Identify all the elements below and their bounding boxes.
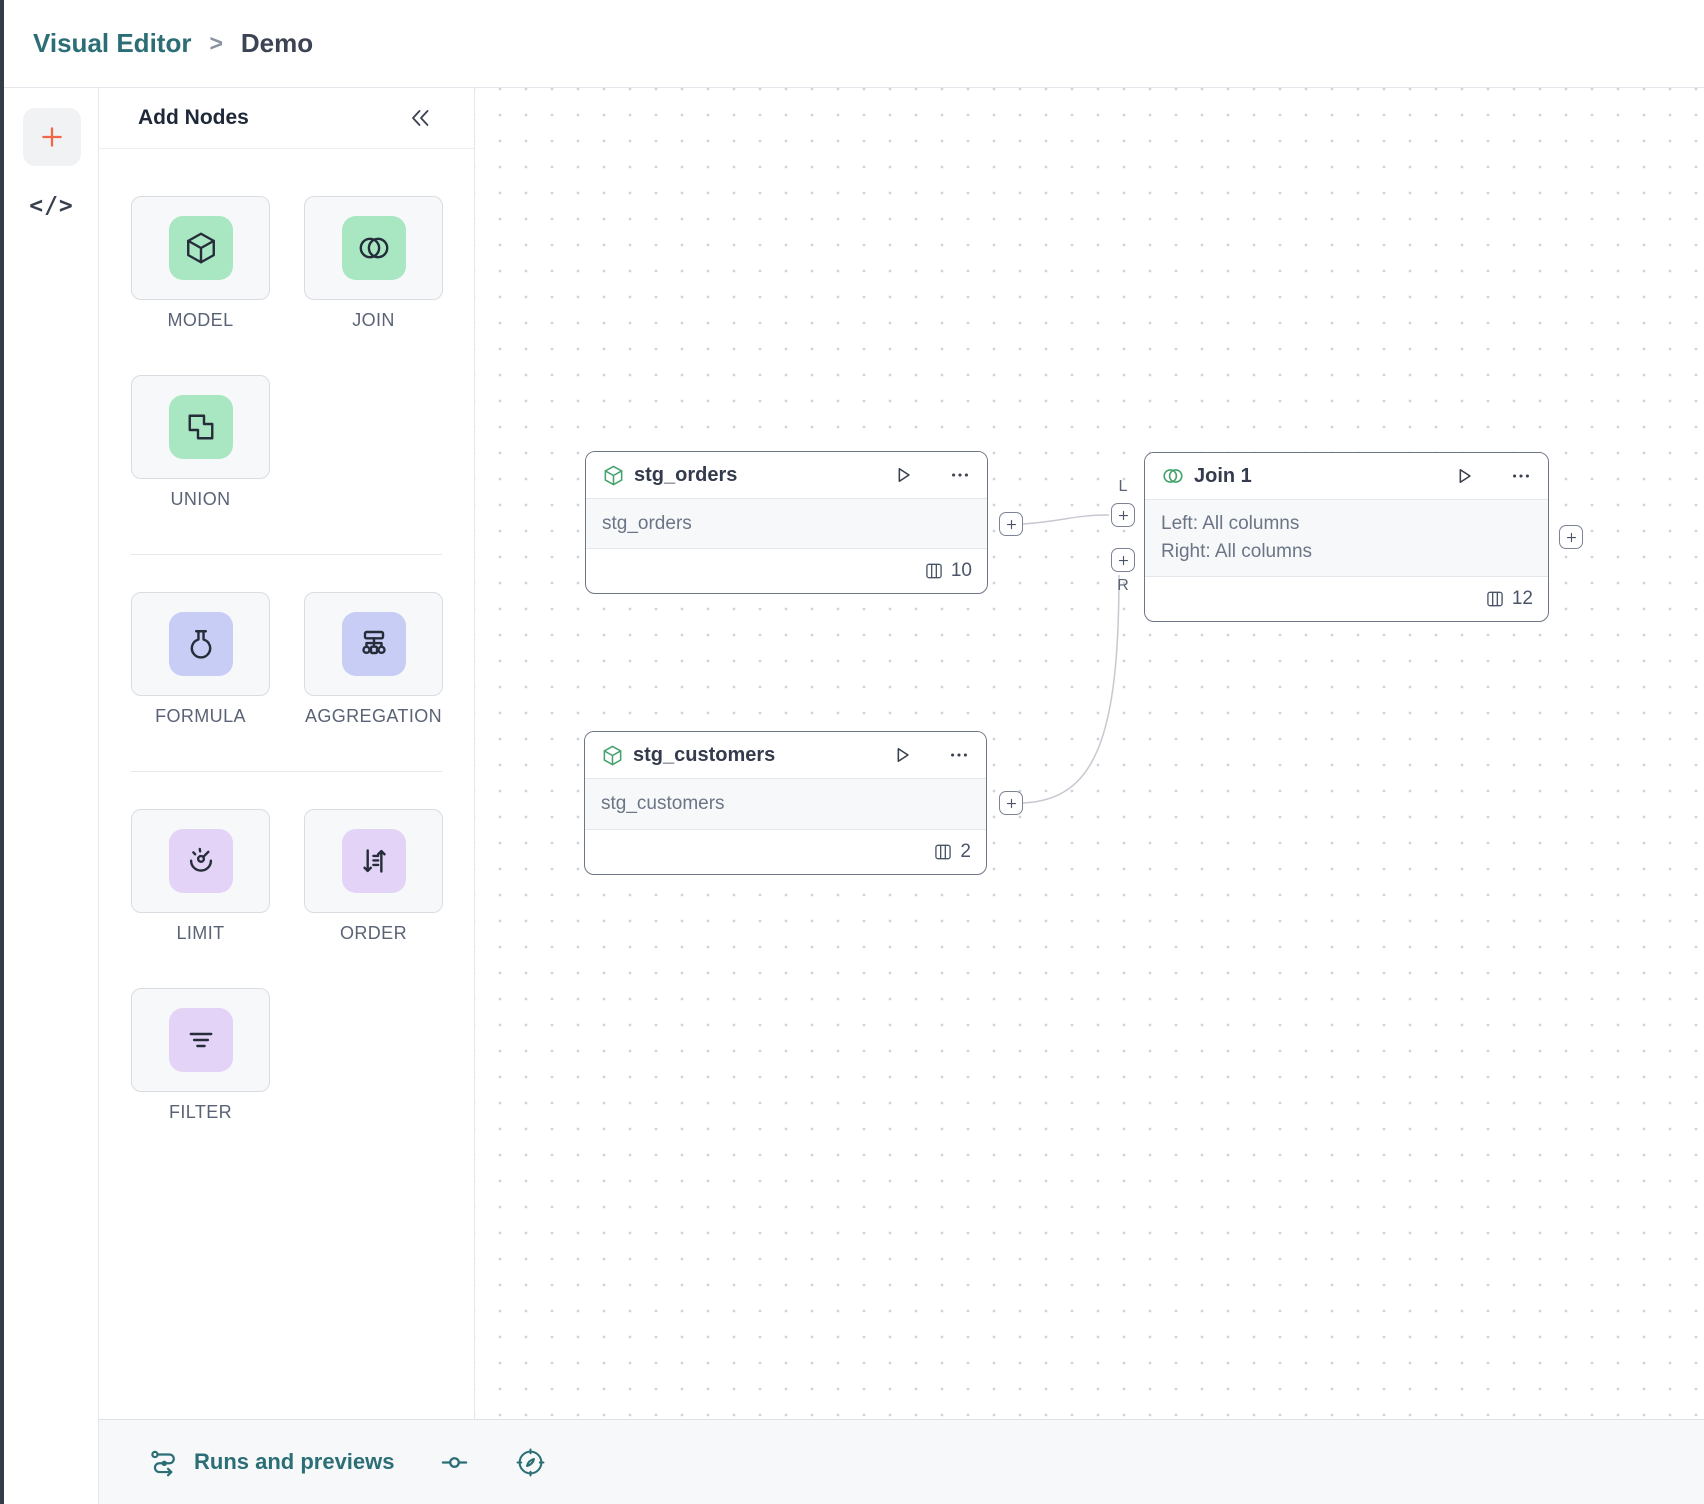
port-label-left: L <box>1111 478 1135 496</box>
union-shapes-icon <box>183 409 219 445</box>
palette-divider <box>131 554 442 555</box>
node-subtitle: stg_orders <box>602 510 971 538</box>
node-stg-customers[interactable]: stg_customers stg_customers 2 <box>584 731 987 875</box>
palette-item-join[interactable]: JOIN <box>304 196 443 331</box>
palette-label: UNION <box>171 489 231 510</box>
node-palette: MODEL JOIN <box>99 149 474 1123</box>
palette-label: JOIN <box>352 310 395 331</box>
plus-icon <box>1116 508 1131 523</box>
palette-divider <box>131 771 442 772</box>
join-circles-icon <box>356 230 392 266</box>
breadcrumb-visual-editor[interactable]: Visual Editor <box>33 28 191 59</box>
palette-item-formula[interactable]: FORMULA <box>131 592 270 727</box>
port-label-right: R <box>1111 577 1135 595</box>
node-join-1[interactable]: Join 1 Left: All columns Right: All colu… <box>1144 452 1549 622</box>
palette-item-limit[interactable]: LIMIT <box>131 809 270 944</box>
cube-icon <box>183 230 219 266</box>
compass-icon[interactable] <box>515 1447 546 1478</box>
join-circles-icon <box>1161 464 1185 488</box>
column-count: 10 <box>951 560 972 582</box>
join-left-summary: Left: All columns <box>1161 510 1532 538</box>
columns-icon <box>924 561 944 581</box>
play-icon <box>891 744 913 766</box>
join-right-summary: Right: All columns <box>1161 538 1532 566</box>
sort-arrows-icon <box>356 843 392 879</box>
gauge-icon <box>183 843 219 879</box>
panel-header: Add Nodes <box>99 88 474 149</box>
play-icon <box>1453 465 1475 487</box>
model-cube-icon <box>601 744 624 767</box>
panel-title: Add Nodes <box>138 106 249 130</box>
node-menu-button[interactable] <box>949 464 971 486</box>
palette-item-order[interactable]: ORDER <box>304 809 443 944</box>
aggregation-tree-icon <box>356 626 392 662</box>
run-node-button[interactable] <box>892 464 914 486</box>
column-count: 2 <box>960 841 971 863</box>
run-node-button[interactable] <box>891 744 913 766</box>
plus-icon <box>1116 553 1131 568</box>
columns-icon <box>933 842 953 862</box>
model-cube-icon <box>602 464 625 487</box>
runs-and-previews-label: Runs and previews <box>194 1449 395 1475</box>
plus-icon <box>1564 530 1579 545</box>
plus-icon <box>1004 796 1019 811</box>
column-count: 12 <box>1512 588 1533 610</box>
plus-icon <box>36 121 68 153</box>
node-title: stg_orders <box>634 464 883 487</box>
double-chevron-left-icon <box>408 106 432 130</box>
pipeline-route-icon <box>149 1447 180 1478</box>
port-join-right-input[interactable] <box>1111 548 1135 572</box>
ellipsis-icon <box>1510 465 1532 487</box>
palette-label: LIMIT <box>176 923 224 944</box>
left-toolbar: </> <box>4 88 99 1504</box>
run-node-button[interactable] <box>1453 465 1475 487</box>
ellipsis-icon <box>948 744 970 766</box>
runs-and-previews-toggle[interactable]: Runs and previews <box>149 1447 395 1478</box>
commit-icon[interactable] <box>439 1447 470 1478</box>
add-node-button[interactable] <box>23 108 81 166</box>
flow-canvas[interactable]: stg_orders stg_orders 10 <box>475 88 1704 1419</box>
columns-icon <box>1485 589 1505 609</box>
node-title: Join 1 <box>1194 465 1444 488</box>
breadcrumb-separator: > <box>209 30 222 57</box>
node-title: stg_customers <box>633 744 882 767</box>
palette-item-aggregation[interactable]: AGGREGATION <box>304 592 443 727</box>
node-menu-button[interactable] <box>1510 465 1532 487</box>
filter-lines-icon <box>183 1022 219 1058</box>
palette-label: FILTER <box>169 1102 232 1123</box>
code-view-button[interactable]: </> <box>4 193 99 219</box>
window-edge-bar <box>0 0 4 1504</box>
flask-icon <box>183 626 219 662</box>
bottom-status-bar: Runs and previews <box>99 1419 1704 1504</box>
node-menu-button[interactable] <box>948 744 970 766</box>
palette-label: FORMULA <box>155 706 246 727</box>
node-subtitle: stg_customers <box>601 790 970 818</box>
palette-item-model[interactable]: MODEL <box>131 196 270 331</box>
palette-label: ORDER <box>340 923 407 944</box>
play-icon <box>892 464 914 486</box>
app-header: Visual Editor > Demo <box>4 0 1704 88</box>
palette-item-filter[interactable]: FILTER <box>131 988 270 1123</box>
palette-label: AGGREGATION <box>305 706 442 727</box>
port-join-left-input[interactable] <box>1111 503 1135 527</box>
node-stg-orders[interactable]: stg_orders stg_orders 10 <box>585 451 988 594</box>
breadcrumb-current-demo: Demo <box>241 28 313 59</box>
add-nodes-panel: Add Nodes MODEL <box>99 88 475 1419</box>
ellipsis-icon <box>949 464 971 486</box>
palette-label: MODEL <box>167 310 233 331</box>
port-stg-orders-output[interactable] <box>999 512 1023 536</box>
plus-icon <box>1004 517 1019 532</box>
palette-item-union[interactable]: FORMULA UNION <box>131 375 270 510</box>
port-stg-customers-output[interactable] <box>999 791 1023 815</box>
port-join-output[interactable] <box>1559 525 1583 549</box>
collapse-panel-button[interactable] <box>408 106 432 130</box>
